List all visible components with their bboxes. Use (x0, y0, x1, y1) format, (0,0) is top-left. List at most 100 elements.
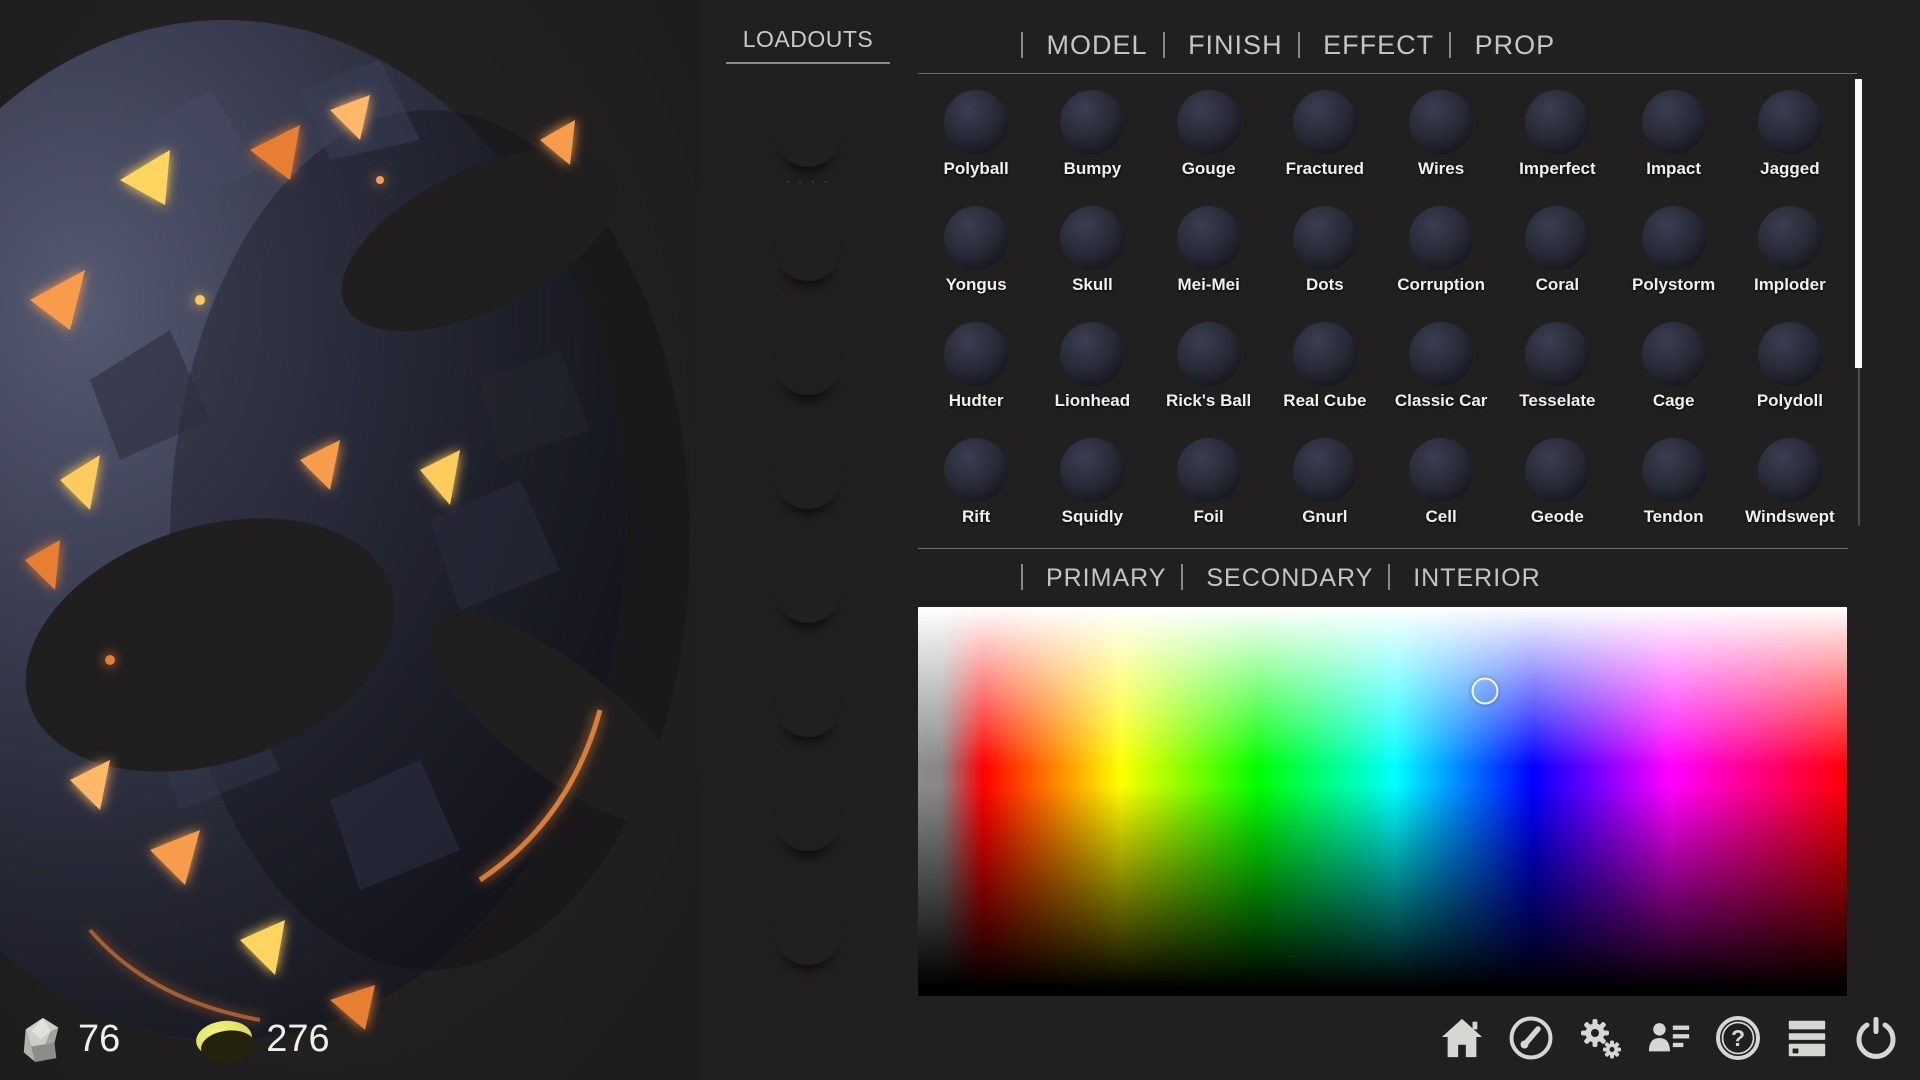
color-picker-selector[interactable] (1471, 677, 1498, 704)
model-item[interactable]: Jagged (1732, 76, 1848, 192)
model-item[interactable]: Hudter (918, 308, 1034, 424)
server-list-button[interactable] (1783, 1012, 1831, 1064)
model-thumbnail (1177, 438, 1241, 502)
model-thumbnail (1525, 438, 1589, 502)
model-thumbnail (1177, 322, 1241, 386)
model-label: Jagged (1760, 159, 1820, 179)
model-item[interactable]: Geode (1499, 424, 1615, 540)
model-thumbnail (1060, 322, 1124, 386)
svg-text:?: ? (1731, 1025, 1745, 1051)
coin-count: 276 (266, 1018, 329, 1061)
model-item[interactable]: Imperfect (1499, 76, 1615, 192)
scrollbar-thumb[interactable] (1855, 79, 1862, 368)
model-label: Polydoll (1757, 391, 1823, 411)
model-thumbnail (1293, 206, 1357, 270)
settings-gears-icon (1576, 1013, 1624, 1063)
loadout-item[interactable] (772, 555, 844, 623)
paint-button[interactable] (1507, 1012, 1555, 1064)
model-item[interactable]: Fractured (1267, 76, 1383, 192)
model-label: Polystorm (1632, 275, 1715, 295)
model-thumbnail (1758, 90, 1822, 154)
loadout-item[interactable] (772, 441, 844, 509)
home-button[interactable] (1438, 1012, 1486, 1064)
model-item[interactable]: Rift (918, 424, 1034, 540)
loadout-item[interactable] (772, 783, 844, 851)
model-label: Hudter (949, 391, 1004, 411)
model-label: Fractured (1286, 159, 1364, 179)
model-label: Wires (1418, 159, 1464, 179)
loadout-item[interactable] (772, 99, 844, 167)
model-item[interactable]: Corruption (1383, 192, 1499, 308)
model-item[interactable]: Foil (1151, 424, 1267, 540)
model-thumbnail (1177, 206, 1241, 270)
model-item[interactable]: Cage (1616, 308, 1732, 424)
color-tab[interactable]: INTERIOR (1373, 564, 1540, 593)
preview-render (0, 0, 700, 1080)
model-tab[interactable]: MODEL (1006, 30, 1148, 61)
model-item[interactable]: Polyball (918, 76, 1034, 192)
model-item[interactable]: Gnurl (1267, 424, 1383, 540)
profile-list-icon (1645, 1015, 1693, 1061)
loadout-item[interactable] (772, 213, 844, 281)
model-tab-label: FINISH (1188, 30, 1283, 60)
model-label: Yongus (946, 275, 1007, 295)
model-label: Bumpy (1064, 159, 1122, 179)
loadout-thumbnail (774, 213, 842, 281)
model-item[interactable]: Bumpy (1034, 76, 1150, 192)
shard-count: 76 (78, 1018, 120, 1061)
model-item[interactable]: Cell (1383, 424, 1499, 540)
color-tab[interactable]: SECONDARY (1166, 564, 1373, 593)
model-tab-label: MODEL (1047, 30, 1148, 60)
model-thumbnail (944, 438, 1008, 502)
model-tab[interactable]: PROP (1434, 30, 1555, 61)
model-item[interactable]: Squidly (1034, 424, 1150, 540)
model-thumbnail (944, 206, 1008, 270)
model-thumbnail (1642, 322, 1706, 386)
model-thumbnail (1525, 90, 1589, 154)
model-item[interactable]: Impact (1616, 76, 1732, 192)
model-item[interactable]: Coral (1499, 192, 1615, 308)
model-item[interactable]: Gouge (1151, 76, 1267, 192)
model-item[interactable]: Rick's Ball (1151, 308, 1267, 424)
model-item[interactable]: Tesselate (1499, 308, 1615, 424)
model-item[interactable]: Mei-Mei (1151, 192, 1267, 308)
color-tab[interactable]: PRIMARY (1006, 564, 1166, 593)
color-picker-gradient[interactable] (918, 607, 1847, 996)
model-item[interactable]: Lionhead (1034, 308, 1150, 424)
model-item[interactable]: Windswept (1732, 424, 1848, 540)
model-label: Dots (1306, 275, 1344, 295)
model-thumbnail (1642, 206, 1706, 270)
model-label: Imploder (1754, 275, 1826, 295)
model-item[interactable]: Yongus (918, 192, 1034, 308)
model-label: Lionhead (1055, 391, 1131, 411)
model-thumbnail (1060, 438, 1124, 502)
loadout-item[interactable] (772, 669, 844, 737)
model-thumbnail (1525, 322, 1589, 386)
model-item[interactable]: Tendon (1616, 424, 1732, 540)
help-button[interactable]: ? (1714, 1012, 1762, 1064)
loadout-item[interactable] (772, 897, 844, 965)
model-label: Impact (1646, 159, 1701, 179)
model-label: Classic Car (1395, 391, 1488, 411)
model-item[interactable]: Wires (1383, 76, 1499, 192)
settings-button[interactable] (1576, 1012, 1624, 1064)
model-thumbnail (1642, 438, 1706, 502)
model-item[interactable]: Polystorm (1616, 192, 1732, 308)
model-label: Windswept (1745, 507, 1835, 527)
model-item[interactable]: Real Cube (1267, 308, 1383, 424)
loadouts-title: LOADOUTS (726, 26, 890, 64)
model-tab[interactable]: FINISH (1148, 30, 1283, 61)
profile-button[interactable] (1645, 1012, 1693, 1064)
quit-button[interactable] (1852, 1012, 1900, 1064)
model-tab[interactable]: EFFECT (1283, 30, 1435, 61)
model-thumbnail (1758, 206, 1822, 270)
model-label: Polyball (944, 159, 1009, 179)
loadout-item[interactable] (772, 327, 844, 395)
model-item[interactable]: Classic Car (1383, 308, 1499, 424)
model-item[interactable]: Imploder (1732, 192, 1848, 308)
model-item[interactable]: Polydoll (1732, 308, 1848, 424)
model-thumbnail (1409, 438, 1473, 502)
power-icon (1852, 1012, 1900, 1064)
model-item[interactable]: Skull (1034, 192, 1150, 308)
model-item[interactable]: Dots (1267, 192, 1383, 308)
